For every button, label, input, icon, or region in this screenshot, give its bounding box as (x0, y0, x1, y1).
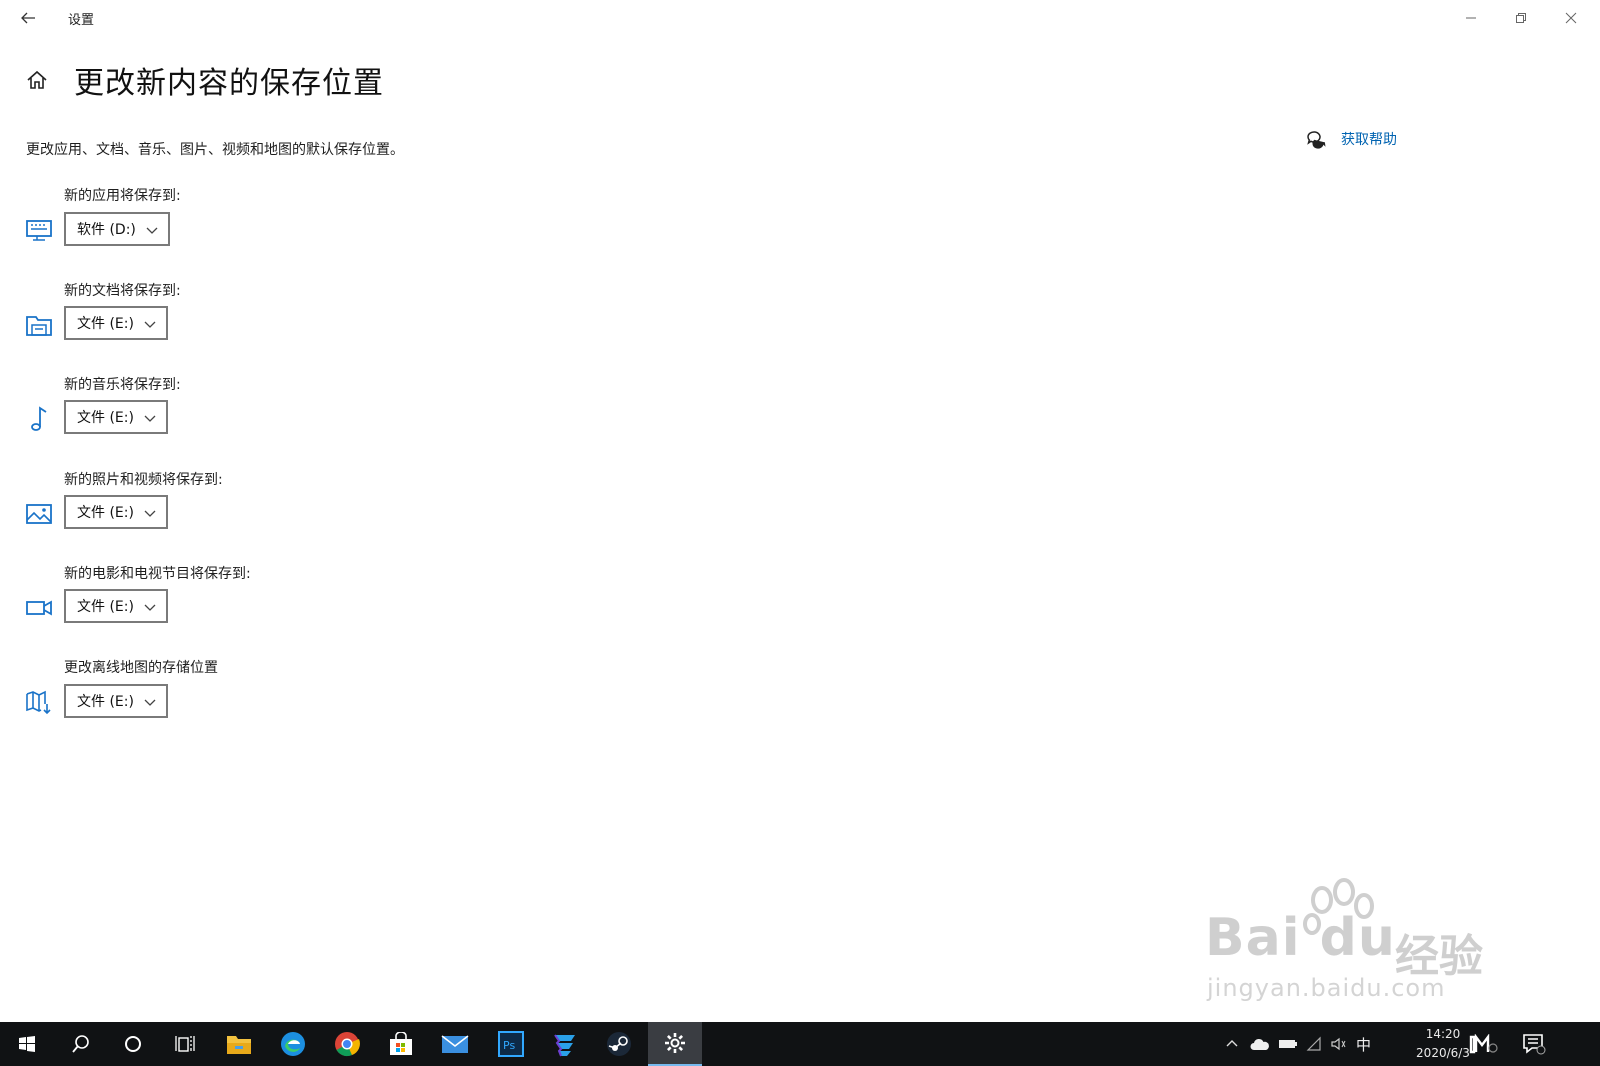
documents-location-dropdown[interactable]: 文件 (E:) (64, 306, 168, 340)
photoshop-icon: Ps (498, 1031, 524, 1057)
maps-location-value: 文件 (E:) (77, 694, 134, 710)
steam-icon (607, 1032, 631, 1056)
restore-button[interactable] (1496, 0, 1546, 36)
minimize-icon (1466, 17, 1476, 19)
chrome-icon (335, 1032, 360, 1057)
photos-location-label: 新的照片和视频将保存到: (64, 472, 223, 488)
movies-location-value: 文件 (E:) (77, 599, 134, 615)
volume-icon[interactable] (1330, 1036, 1348, 1052)
apps-location-value: 软件 (D:) (77, 222, 136, 238)
app-tray-icon (1469, 1034, 1498, 1054)
app-icon (554, 1034, 575, 1057)
home-icon[interactable] (25, 68, 49, 92)
edge-icon (281, 1032, 305, 1056)
photos-location-value: 文件 (E:) (77, 505, 134, 521)
get-help-label[interactable]: 获取帮助 (1341, 129, 1397, 149)
restore-icon (1516, 13, 1526, 23)
task-view-icon (175, 1036, 195, 1052)
system-tray: 中 (1224, 1022, 1371, 1066)
taskbar: Ps 中 14:20 2020/6/3 (0, 1022, 1600, 1066)
search-button[interactable] (54, 1022, 108, 1066)
mail-button[interactable] (428, 1022, 482, 1066)
task-view-button[interactable] (158, 1022, 212, 1066)
start-button[interactable] (0, 1022, 54, 1066)
music-location-label: 新的音乐将保存到: (64, 377, 181, 393)
settings-icon (665, 1033, 685, 1053)
music-note-icon (31, 406, 47, 431)
maps-location-dropdown[interactable]: 文件 (E:) (64, 684, 168, 718)
battery-icon[interactable] (1278, 1037, 1298, 1051)
chevron-down-icon (144, 415, 156, 422)
movies-location-label: 新的电影和电视节目将保存到: (64, 566, 251, 582)
map-icon (26, 690, 51, 715)
wifi-icon[interactable] (1306, 1036, 1324, 1052)
maps-location-label: 更改离线地图的存储位置 (64, 660, 218, 676)
watermark-brand: Bai du (1205, 908, 1396, 968)
page-title: 更改新内容的保存位置 (74, 66, 384, 101)
chevron-down-icon (144, 699, 156, 706)
chevron-down-icon (144, 604, 156, 611)
app-tray-button[interactable] (1460, 1022, 1508, 1066)
back-button[interactable] (16, 6, 40, 30)
chevron-down-icon (144, 321, 156, 328)
documents-location-value: 文件 (E:) (77, 316, 134, 332)
app-button[interactable] (538, 1022, 592, 1066)
action-center-button[interactable] (1512, 1022, 1556, 1066)
store-button[interactable] (374, 1022, 428, 1066)
baidu-watermark: Bai du 经验 jingyan.baidu.com (1205, 878, 1495, 1002)
file-explorer-icon (227, 1036, 251, 1054)
music-location-value: 文件 (E:) (77, 410, 134, 426)
app-title: 设置 (68, 13, 95, 28)
page-description: 更改应用、文档、音乐、图片、视频和地图的默认保存位置。 (26, 142, 404, 158)
chevron-down-icon (144, 510, 156, 517)
chrome-button[interactable] (320, 1022, 374, 1066)
search-icon (72, 1035, 89, 1053)
file-explorer-button[interactable] (212, 1022, 266, 1066)
photos-location-dropdown[interactable]: 文件 (E:) (64, 495, 168, 529)
documents-location-label: 新的文档将保存到: (64, 283, 181, 299)
notification-icon (1523, 1034, 1546, 1055)
movies-location-dropdown[interactable]: 文件 (E:) (64, 589, 168, 623)
music-location-dropdown[interactable]: 文件 (E:) (64, 400, 168, 434)
close-button[interactable] (1546, 0, 1596, 36)
photoshop-button[interactable]: Ps (484, 1022, 538, 1066)
watermark-url: jingyan.baidu.com (1207, 974, 1446, 1002)
onedrive-icon[interactable] (1250, 1037, 1270, 1051)
get-help-link[interactable]: 获取帮助 (1305, 128, 1397, 150)
input-method-indicator[interactable]: 中 (1356, 1034, 1371, 1055)
close-icon (1565, 12, 1577, 24)
chat-help-icon (1307, 131, 1326, 149)
title-bar: 设置 (0, 0, 1600, 36)
monitor-icon (26, 220, 52, 241)
chevron-down-icon (146, 227, 158, 234)
document-folder-icon (26, 316, 52, 336)
apps-location-dropdown[interactable]: 软件 (D:) (64, 212, 170, 246)
mail-icon (441, 1035, 469, 1053)
apps-location-label: 新的应用将保存到: (64, 188, 181, 204)
minimize-button[interactable] (1446, 0, 1496, 36)
store-icon (390, 1032, 412, 1055)
video-camera-icon (26, 600, 52, 616)
back-arrow-icon (21, 12, 35, 24)
cortana-icon (125, 1036, 141, 1052)
steam-button[interactable] (592, 1022, 646, 1066)
edge-button[interactable] (266, 1022, 320, 1066)
chevron-up-icon[interactable] (1224, 1036, 1240, 1052)
picture-icon (26, 504, 52, 524)
start-icon (19, 1036, 35, 1052)
svg-text:Ps: Ps (503, 1039, 515, 1052)
cortana-button[interactable] (106, 1022, 160, 1066)
settings-button[interactable] (648, 1022, 702, 1066)
